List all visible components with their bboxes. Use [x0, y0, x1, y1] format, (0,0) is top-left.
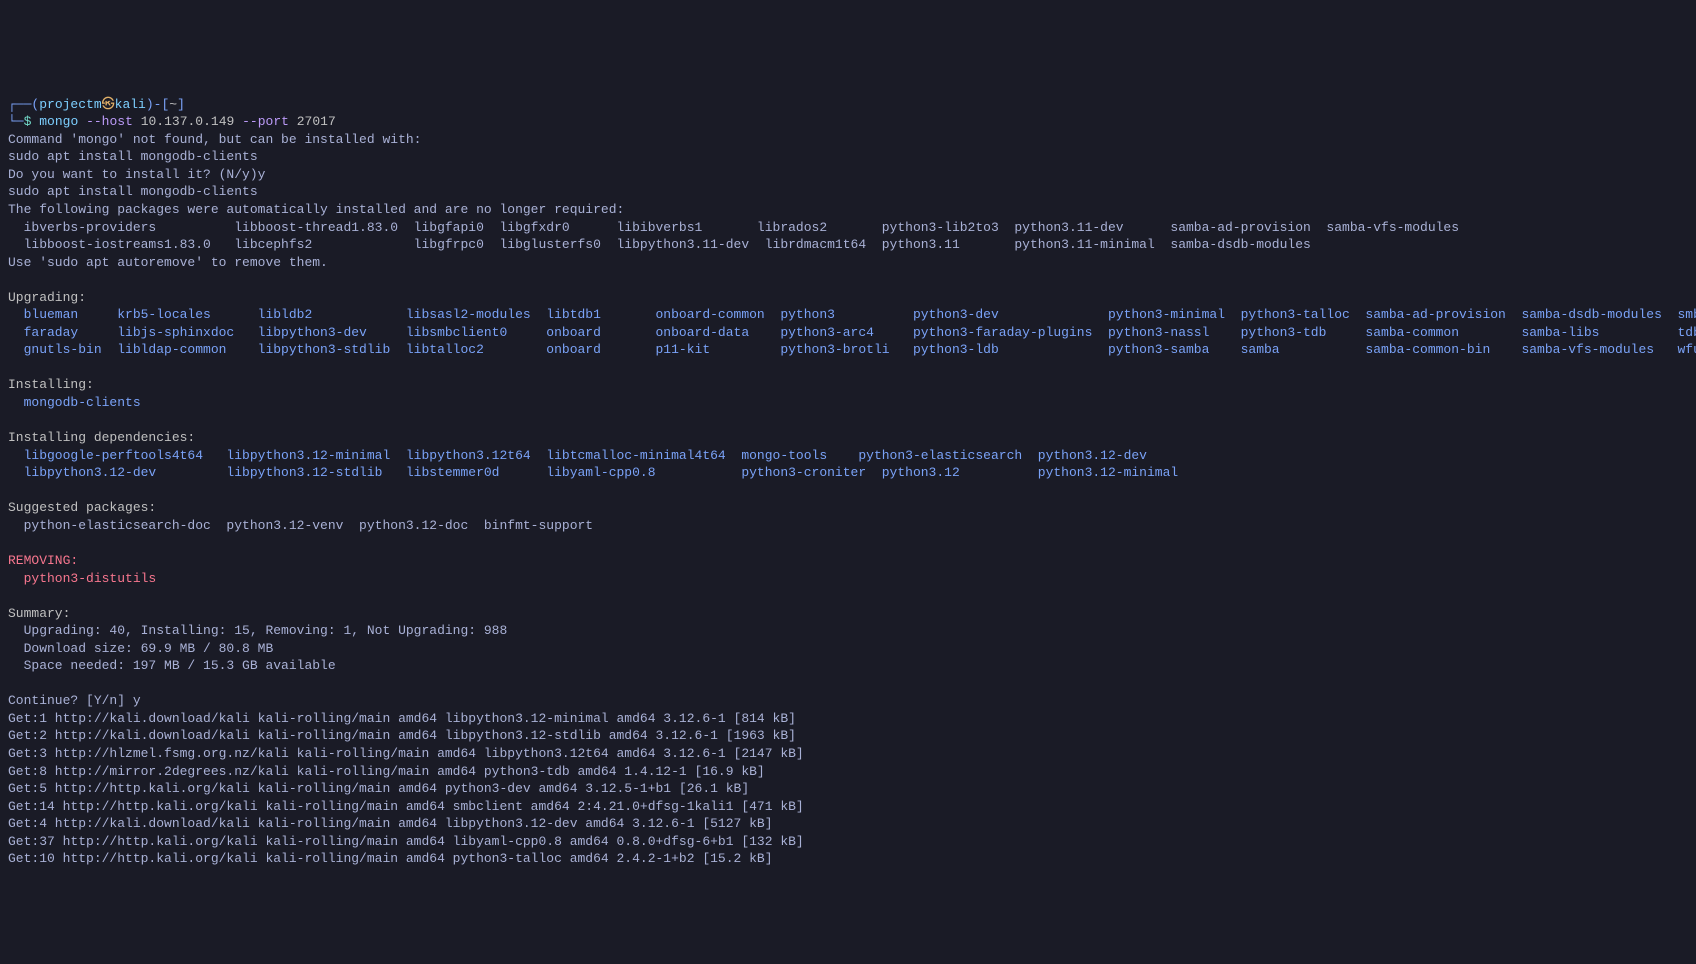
get-line-8: Get:8 http://mirror.2degrees.nz/kali kal…: [8, 764, 765, 779]
get-line-5: Get:5 http://http.kali.org/kali kali-rol…: [8, 781, 749, 796]
get-line-3: Get:3 http://hlzmel.fsmg.org.nz/kali kal…: [8, 746, 804, 761]
upgrading-row1: blueman krb5-locales libldb2 libsasl2-mo…: [8, 307, 1696, 322]
port-value: 27017: [297, 114, 336, 129]
summary-row2: Download size: 69.9 MB / 80.8 MB: [8, 641, 273, 656]
continue-question: Continue? [Y/n] y: [8, 693, 141, 708]
get-line-1: Get:1 http://kali.download/kali kali-rol…: [8, 711, 796, 726]
deps-header: Installing dependencies:: [8, 430, 195, 445]
upgrading-row2: faraday libjs-sphinxdoc libpython3-dev l…: [8, 325, 1696, 340]
prompt-line2: └─: [8, 114, 24, 129]
prompt-dollar: $: [24, 114, 32, 129]
flag-host: --host: [86, 114, 133, 129]
suggested-row1: python-elasticsearch-doc python3.12-venv…: [8, 518, 593, 533]
installing-row1: mongodb-clients: [8, 395, 141, 410]
prompt-user: projectm: [39, 97, 101, 112]
install-hint: sudo apt install mongodb-clients: [8, 149, 258, 164]
removing-header: REMOVING:: [8, 553, 78, 568]
autoremove-header: The following packages were automaticall…: [8, 202, 624, 217]
installing-header: Installing:: [8, 377, 94, 392]
autoremove-hint: Use 'sudo apt autoremove' to remove them…: [8, 255, 328, 270]
prompt-host: kali: [115, 97, 146, 112]
flag-port: --port: [242, 114, 289, 129]
upgrading-row3: gnutls-bin libldap-common libpython3-std…: [8, 342, 1696, 357]
terminal-output[interactable]: ┌──(projectm㉿kali)-[~] └─$ mongo --host …: [8, 78, 1688, 868]
autoremove-row2: libboost-iostreams1.83.0 libcephfs2 libg…: [8, 237, 1311, 252]
prompt-open: ┌──(: [8, 97, 39, 112]
get-line-14: Get:14 http://http.kali.org/kali kali-ro…: [8, 799, 804, 814]
install-cmd: sudo apt install mongodb-clients: [8, 184, 258, 199]
command-name: mongo: [39, 114, 78, 129]
suggested-header: Suggested packages:: [8, 500, 156, 515]
get-line-4: Get:4 http://kali.download/kali kali-rol…: [8, 816, 773, 831]
confirm-question: Do you want to install it? (N/y)y: [8, 167, 265, 182]
upgrading-header: Upgrading:: [8, 290, 86, 305]
autoremove-row1: ibverbs-providers libboost-thread1.83.0 …: [8, 220, 1459, 235]
get-line-10: Get:10 http://http.kali.org/kali kali-ro…: [8, 851, 773, 866]
deps-row1: libgoogle-perftools4t64 libpython3.12-mi…: [8, 448, 1147, 463]
summary-row3: Space needed: 197 MB / 15.3 GB available: [8, 658, 336, 673]
deps-row2: libpython3.12-dev libpython3.12-stdlib l…: [8, 465, 1178, 480]
prompt-close: )-[: [146, 97, 169, 112]
prompt-path: ~: [169, 97, 177, 112]
get-line-37: Get:37 http://http.kali.org/kali kali-ro…: [8, 834, 804, 849]
get-line-2: Get:2 http://kali.download/kali kali-rol…: [8, 728, 796, 743]
prompt-close2: ]: [177, 97, 185, 112]
removing-row1: python3-distutils: [8, 571, 156, 586]
prompt-at: ㉿: [102, 97, 115, 112]
summary-row1: Upgrading: 40, Installing: 15, Removing:…: [8, 623, 507, 638]
summary-header: Summary:: [8, 606, 70, 621]
not-found-line: Command 'mongo' not found, but can be in…: [8, 132, 421, 147]
host-value: 10.137.0.149: [141, 114, 235, 129]
